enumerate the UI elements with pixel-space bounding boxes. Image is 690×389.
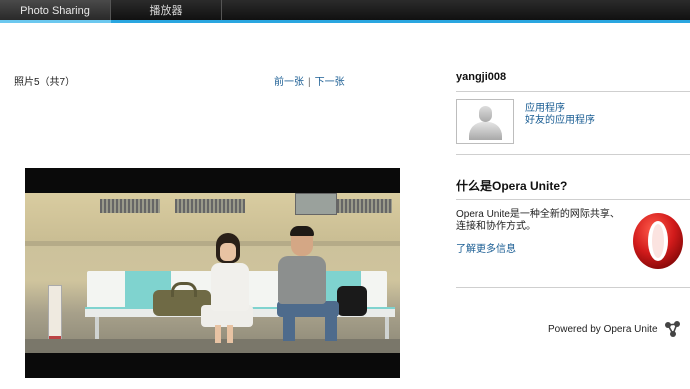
scene-backpack bbox=[337, 286, 367, 316]
tab-player[interactable]: 播放器 bbox=[111, 0, 222, 22]
scene-window bbox=[337, 199, 392, 213]
accent-line bbox=[0, 20, 690, 23]
avatar-torso bbox=[469, 122, 502, 140]
scene-window bbox=[100, 199, 160, 213]
divider bbox=[456, 154, 690, 155]
previous-photo-link[interactable]: 前一张 bbox=[274, 77, 304, 88]
divider bbox=[456, 91, 690, 92]
default-user-avatar-icon bbox=[469, 104, 502, 140]
friends-applications-link[interactable]: 好友的应用程序 bbox=[525, 111, 595, 126]
pager-separator: | bbox=[308, 77, 311, 88]
scene-ledge bbox=[25, 241, 400, 246]
divider bbox=[456, 287, 690, 288]
divider bbox=[456, 199, 690, 200]
about-opera-unite-title: 什么是Opera Unite? bbox=[456, 179, 568, 193]
user-avatar[interactable] bbox=[456, 99, 514, 144]
girl-figure bbox=[227, 325, 233, 343]
girl-figure bbox=[220, 243, 236, 261]
tab-photo-sharing[interactable]: Photo Sharing bbox=[0, 0, 111, 22]
photo-scene bbox=[25, 193, 400, 353]
opera-unite-description: Opera Unite是一种全新的网际共享、连接和协作方式。 bbox=[456, 209, 620, 232]
boy-figure bbox=[283, 311, 295, 341]
girl-figure bbox=[211, 263, 249, 311]
powered-by-text: Powered by Opera Unite bbox=[548, 324, 658, 335]
opera-logo-icon bbox=[633, 213, 683, 269]
boy-figure bbox=[278, 256, 326, 304]
photo-pager: 前一张 | 下一张 bbox=[274, 73, 345, 88]
next-photo-link[interactable]: 下一张 bbox=[315, 77, 345, 88]
scene-signpost bbox=[48, 285, 62, 345]
photo-counter: 照片5（共7） bbox=[14, 77, 76, 88]
girl-figure bbox=[215, 325, 221, 343]
scene-window bbox=[175, 199, 245, 213]
scene-ground bbox=[25, 339, 400, 353]
boy-figure bbox=[290, 226, 314, 236]
avatar-head bbox=[479, 106, 492, 122]
username: yangji008 bbox=[456, 71, 507, 83]
boy-figure bbox=[325, 311, 337, 341]
opera-unite-icon bbox=[665, 321, 680, 337]
top-navigation-bar: Photo Sharing 播放器 bbox=[0, 0, 690, 23]
learn-more-link[interactable]: 了解更多信息 bbox=[456, 240, 516, 255]
main-photo[interactable] bbox=[25, 168, 400, 378]
scene-air-conditioner bbox=[295, 193, 337, 215]
